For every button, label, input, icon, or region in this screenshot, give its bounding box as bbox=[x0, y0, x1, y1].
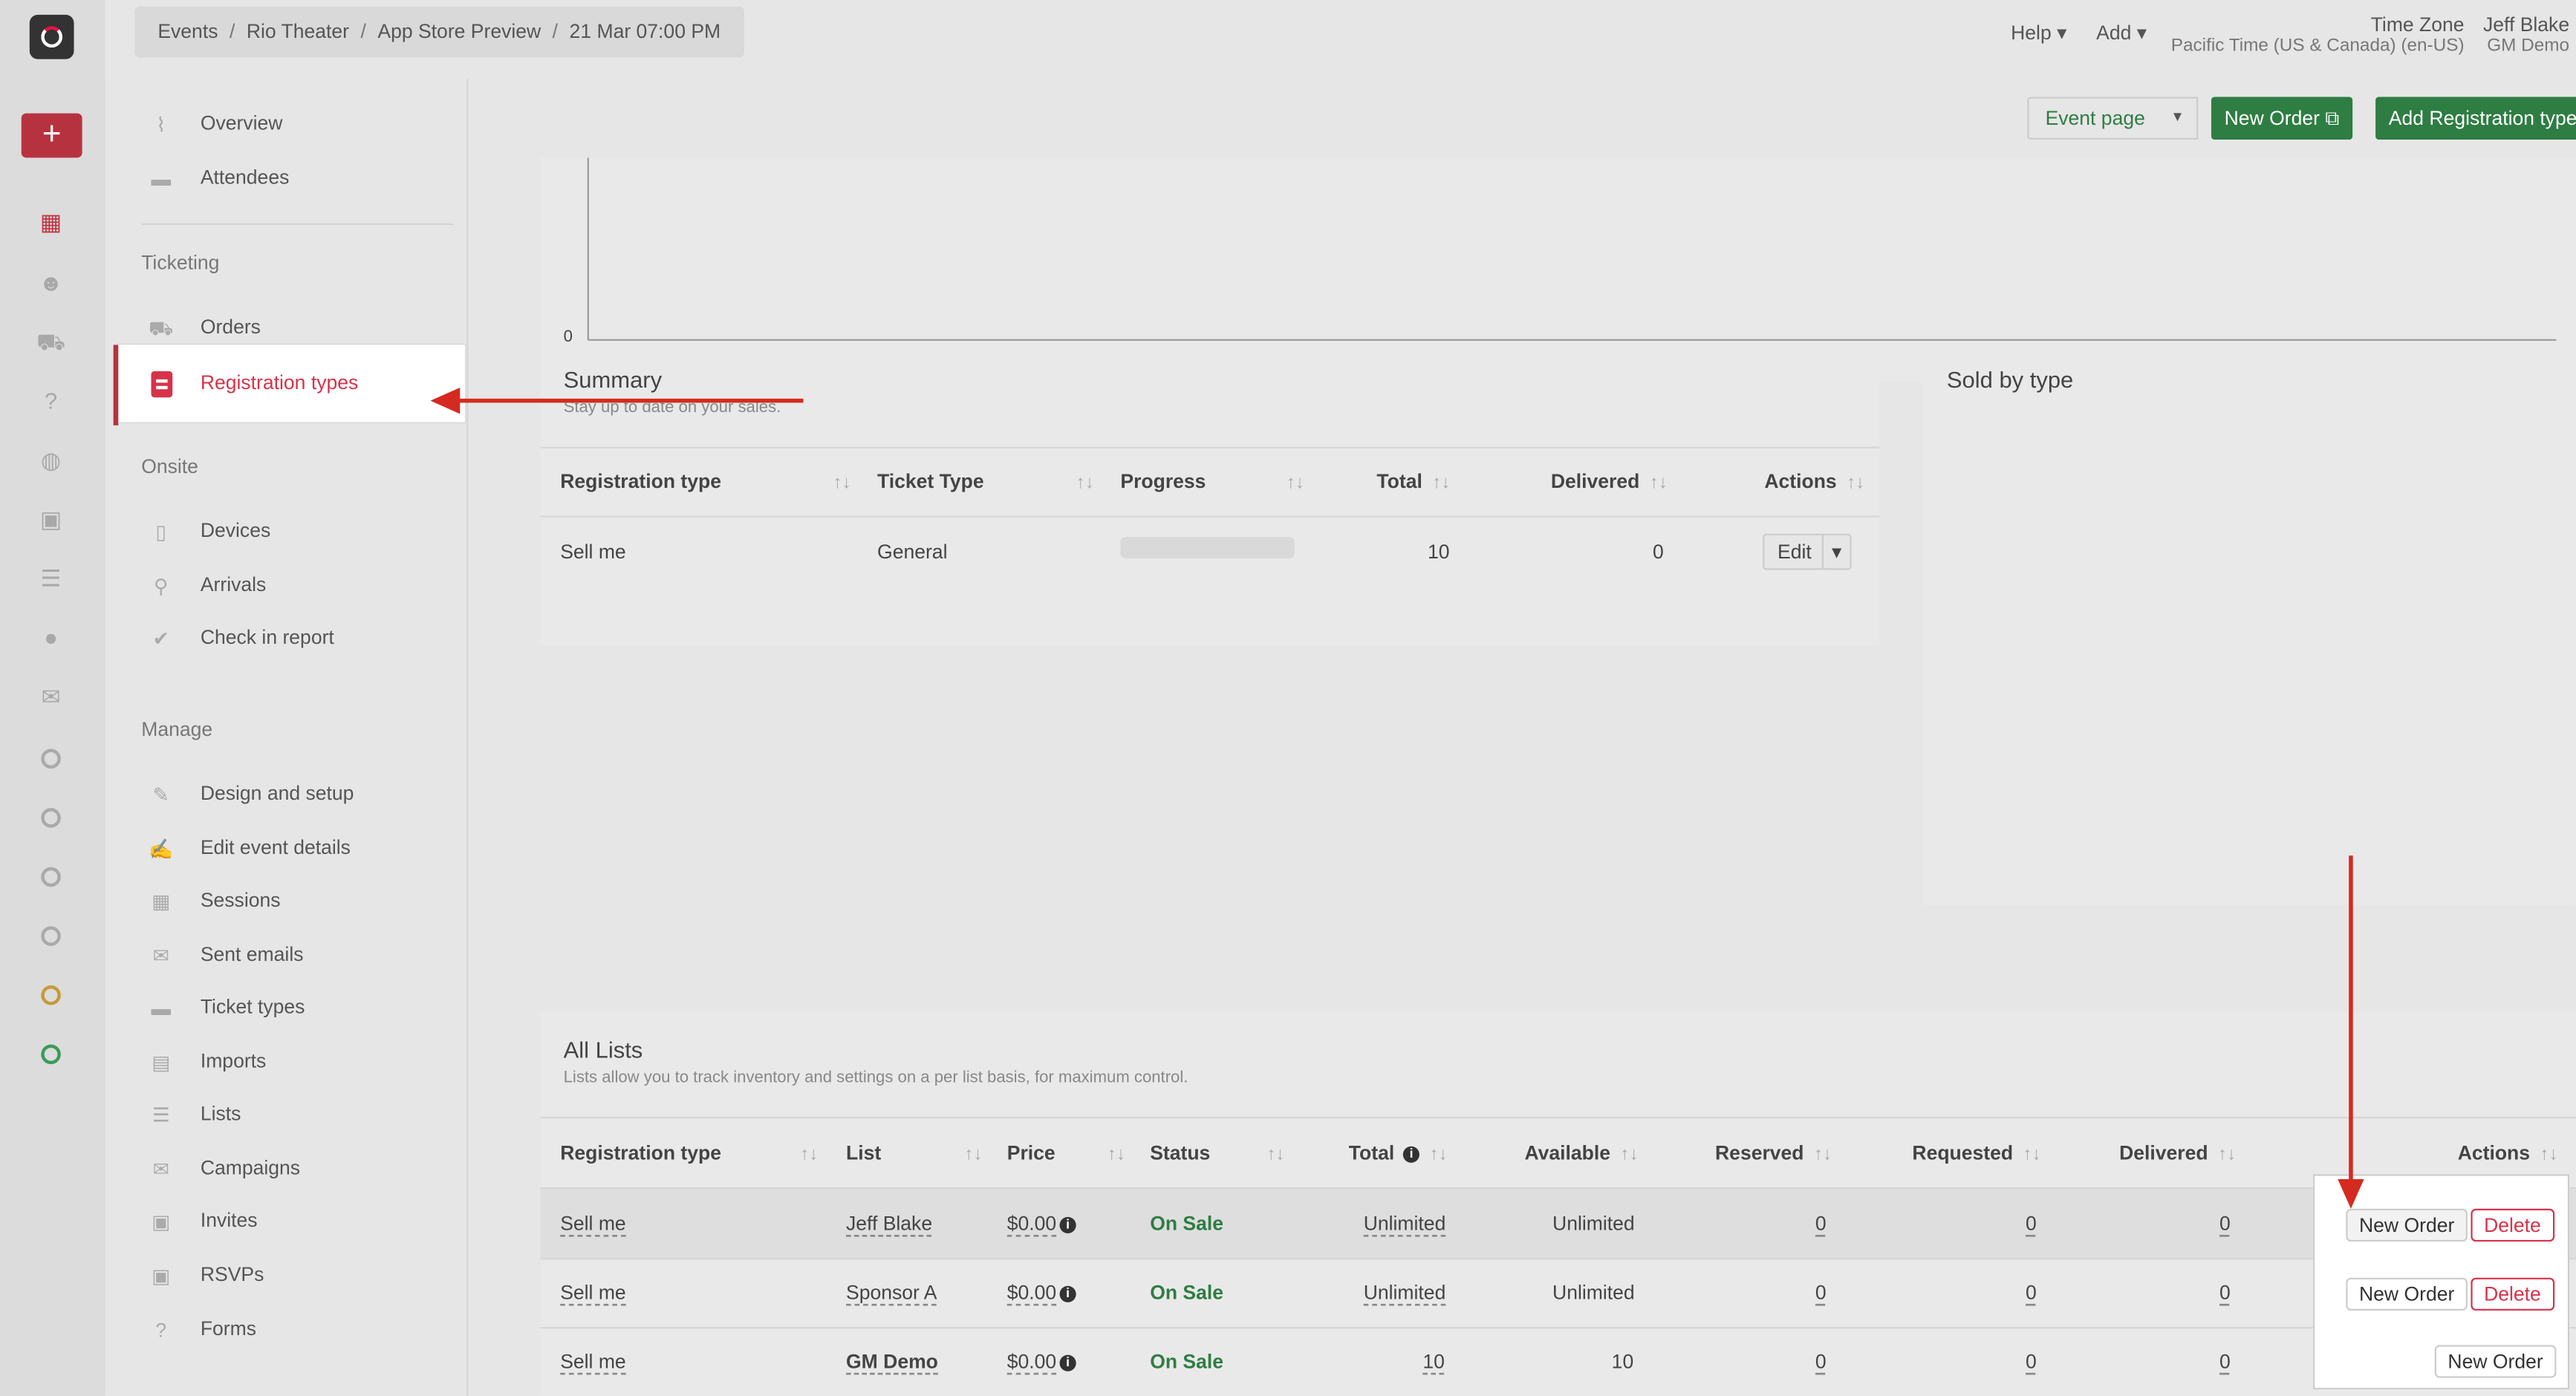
annotation-arrows bbox=[430, 387, 2364, 1209]
page: + ▦ ☻ ⛟ ? ◍ ▣ ☰ ● ✉ Events / Rio Theater / A… bbox=[0, 0, 2576, 1396]
annotation-arrow-head bbox=[2338, 1179, 2364, 1209]
annotation-arrow-head bbox=[430, 387, 461, 414]
